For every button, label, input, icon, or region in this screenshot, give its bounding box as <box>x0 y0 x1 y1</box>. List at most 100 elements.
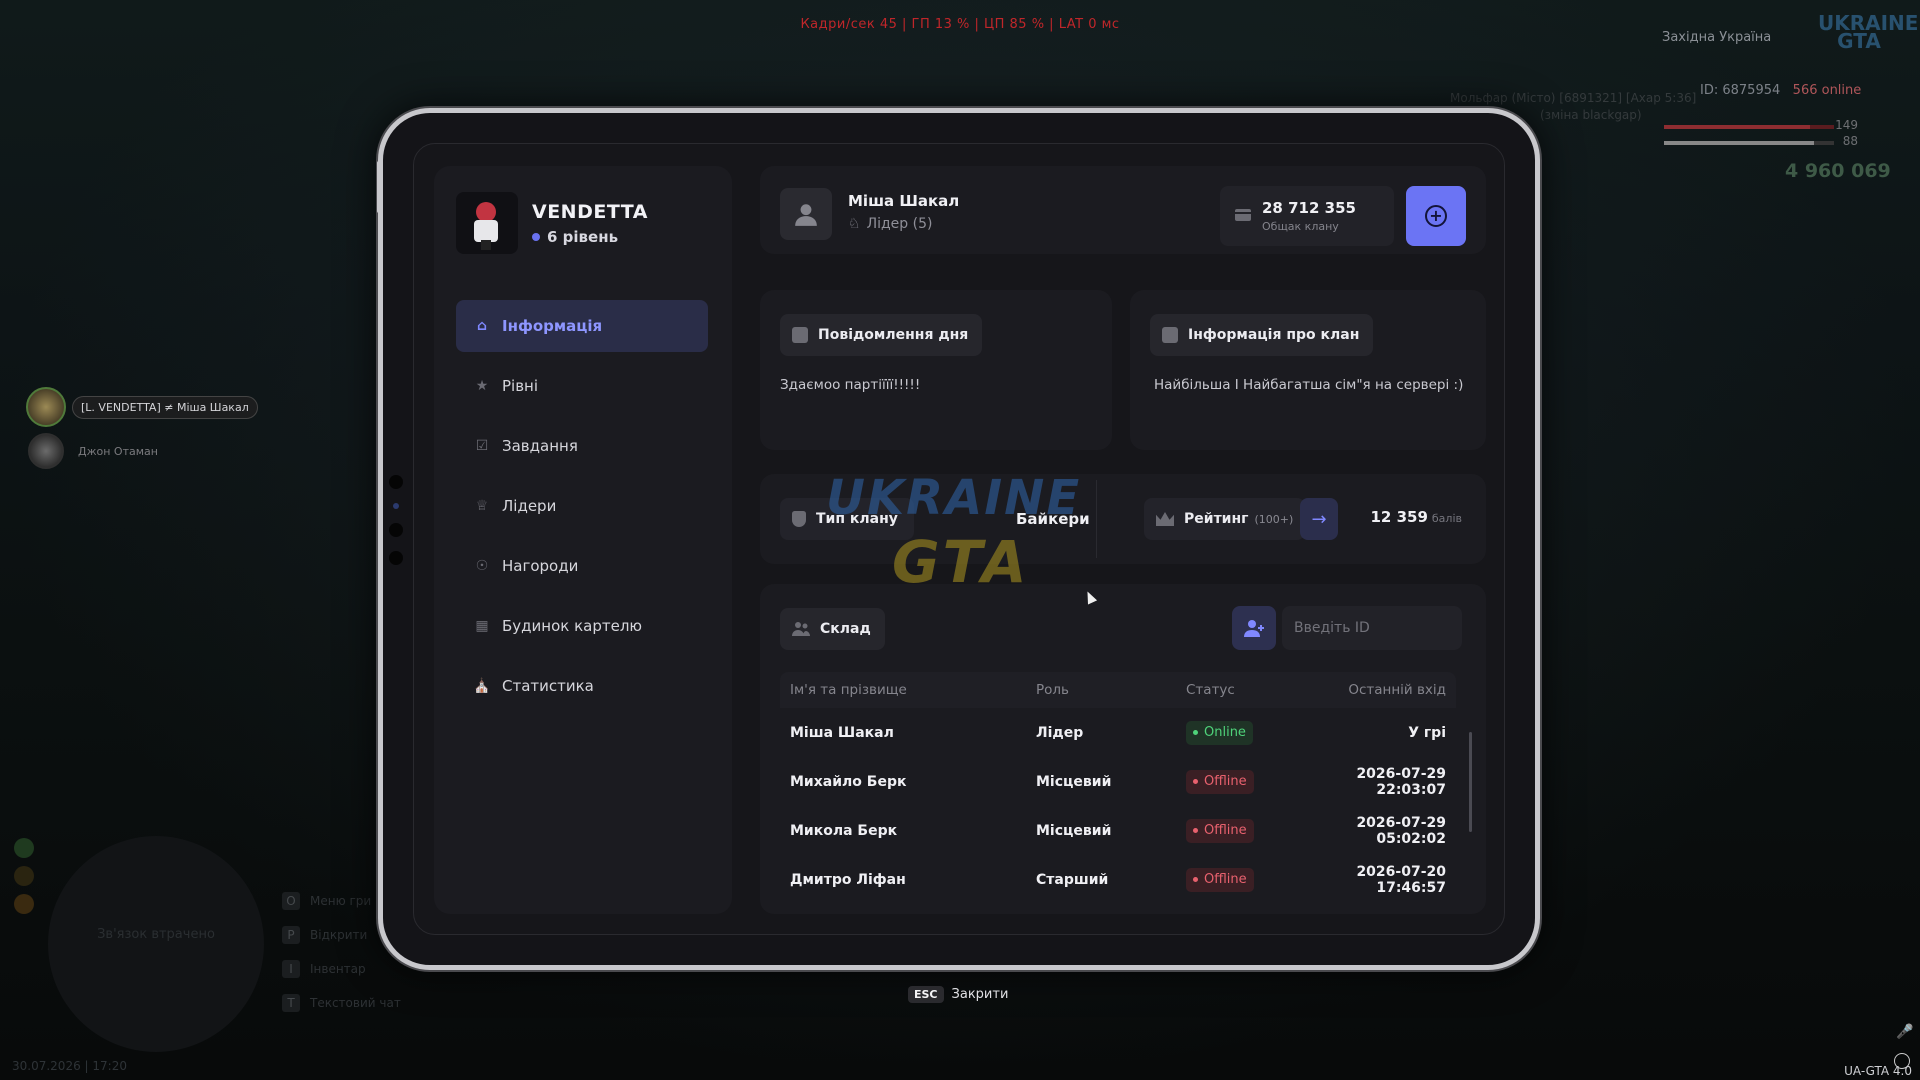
roster-header: Склад <box>780 608 885 650</box>
status-badge: Offline <box>1186 867 1254 892</box>
clan-info-header: Інформація про клан <box>1150 314 1374 356</box>
tablet-frame: VENDETTA 6 рівень ⌂ Інформація ★ Рівні ☑… <box>377 108 1540 970</box>
member-name: Дмитро Ліфан <box>790 871 906 888</box>
rating-points: 12 359 балів <box>1370 508 1462 526</box>
checkbox-icon: ☑ <box>475 438 489 454</box>
player-id-value: ID: 6875954 <box>1700 83 1781 98</box>
region-label: Західна Україна <box>1662 30 1772 45</box>
clan-type-label: Тип клану <box>780 498 914 540</box>
member-name: Микола Берк <box>790 822 898 839</box>
table-scrollbar[interactable] <box>1469 732 1472 832</box>
sidebar-item-label: Лідери <box>502 497 557 515</box>
clan-type-rating: Тип клану Байкери Рейтинг (100+) → 12 359… <box>760 474 1486 564</box>
motd-text: Здаємоо партіїїї!!!!! <box>780 377 921 393</box>
radar-status: Зв'язок втрачено <box>97 927 215 942</box>
bg-text: (зміна blackgap) <box>1540 108 1642 122</box>
wallet-icon <box>1235 209 1251 221</box>
arrow-right-icon: → <box>1311 508 1327 530</box>
member-name: Міша Шакал <box>848 192 960 210</box>
sidebar-item-info[interactable]: ⌂ Інформація <box>456 300 708 352</box>
shield-icon <box>792 511 806 527</box>
column-header: Останній вхід <box>1348 682 1446 698</box>
bank-label: Общак клану <box>1262 220 1339 233</box>
clan-level: 6 рівень <box>532 228 648 246</box>
clan-logo <box>456 192 518 254</box>
table-row[interactable]: Михайло Берк Місцевий Offline 2026-07-29… <box>780 757 1456 806</box>
sidebar-item-awards[interactable]: ☉ Нагороди <box>456 540 708 592</box>
column-header: Роль <box>1036 682 1069 698</box>
sidebar-item-label: Завдання <box>502 437 578 455</box>
sidebar-item-levels[interactable]: ★ Рівні <box>456 360 708 412</box>
player-name: Джон Отаман <box>78 444 158 458</box>
sidebar-nav: ⌂ Інформація ★ Рівні ☑ Завдання ♕ Лідери… <box>456 300 708 720</box>
plus-icon: + <box>1425 205 1447 227</box>
bg-text: Мольфар (Місто) [6891321] [Ахар 5:36] <box>1450 91 1697 105</box>
rating-open-button[interactable]: → <box>1300 498 1338 540</box>
rating-sub: (100+) <box>1254 512 1294 526</box>
player-name: [L. VENDETTA] ≠ Міша Шакал <box>72 395 258 419</box>
member-role: Старший <box>1036 871 1109 888</box>
store-icon: ⛪ <box>473 678 491 694</box>
member-role: ♘ Лідер (5) <box>848 216 933 232</box>
deposit-button[interactable]: + <box>1406 186 1466 246</box>
microphone-icon: 🎤 <box>1896 1024 1914 1040</box>
clan-info-card: Інформація про клан Найбільша І Найбагат… <box>1130 290 1486 450</box>
rank-icon: ♘ <box>848 216 861 232</box>
fps-stats: Кадри/сек 45 | ГП 13 % | ЦП 85 % | LAT 0… <box>800 17 1120 32</box>
id-input[interactable] <box>1282 606 1462 650</box>
status-badge: Offline <box>1186 769 1254 794</box>
clan-header: VENDETTA 6 рівень <box>456 192 648 254</box>
online-count: 566 online <box>1792 83 1862 98</box>
crown-icon: ♕ <box>475 498 489 514</box>
radar-minimap: Зв'язок втрачено <box>48 836 264 1052</box>
member-role: Лідер <box>1036 724 1084 741</box>
table-row[interactable]: Дмитро Ліфан Старший Offline 2026-07-20 … <box>780 855 1456 904</box>
sidebar-item-leaders[interactable]: ♕ Лідери <box>456 480 708 532</box>
medal-icon: ☉ <box>475 558 489 574</box>
last-login: 2026-07-20 17:46:57 <box>1356 863 1446 896</box>
sidebar-item-tasks[interactable]: ☑ Завдання <box>456 420 708 472</box>
table-header: Ім'я та прізвище Роль Статус Останній вх… <box>780 672 1456 708</box>
avatar <box>780 188 832 240</box>
version-label: UA-GTA 4.0 <box>1844 1064 1912 1078</box>
sidebar-item-label: Будинок картелю <box>502 617 643 635</box>
group-icon <box>792 622 810 636</box>
nearby-players: [L. VENDETTA] ≠ Міша Шакал Джон Отаман <box>26 387 258 475</box>
datestamp: 30.07.2026 | 17:20 <box>12 1059 127 1073</box>
hud-bars: 149 88 <box>1664 118 1858 157</box>
clan-name: VENDETTA <box>532 200 648 223</box>
avatar <box>28 433 64 469</box>
server-logo: UKRAINE GTA <box>1818 11 1919 53</box>
bank-value: 28 712 355 <box>1262 199 1356 217</box>
money-display: 4 960 069 <box>1785 160 1891 182</box>
add-user-icon <box>1244 620 1264 637</box>
level-dot-icon <box>532 233 540 241</box>
player-entry: [L. VENDETTA] ≠ Міша Шакал <box>26 387 258 427</box>
profile-card: Міша Шакал ♘ Лідер (5) 28 712 355 Общак к… <box>760 166 1486 254</box>
message-icon <box>792 327 808 343</box>
points-unit: балів <box>1431 512 1462 525</box>
sidebar-item-statistics[interactable]: ⛪ Статистика <box>456 660 708 712</box>
member-role: Місцевий <box>1036 822 1112 839</box>
roster-card: Склад Ім'я та прізвище Роль Статус Остан… <box>760 584 1486 914</box>
add-user-button[interactable] <box>1232 606 1276 650</box>
table-row[interactable]: Міша Шакал Лідер Online У грі <box>780 708 1456 757</box>
chart-icon: ▦ <box>475 618 489 634</box>
sidebar-item-cartel-house[interactable]: ▦ Будинок картелю <box>456 600 708 652</box>
message-of-day-card: Повідомлення дня Здаємоо партіїїї!!!!! <box>760 290 1112 450</box>
user-icon <box>795 204 817 226</box>
sidebar: VENDETTA 6 рівень ⌂ Інформація ★ Рівні ☑… <box>434 166 732 914</box>
tablet-camera <box>389 475 403 579</box>
close-label: Закрити <box>951 987 1009 1002</box>
clan-panel: VENDETTA 6 рівень ⌂ Інформація ★ Рівні ☑… <box>413 143 1505 935</box>
rating-label: Рейтинг (100+) <box>1144 498 1306 540</box>
table-row[interactable]: Микола Берк Місцевий Offline 2026-07-29 … <box>780 806 1456 855</box>
clan-bank: 28 712 355 Общак клану <box>1220 186 1394 246</box>
tablet-side-button <box>377 161 381 213</box>
health-bar: 149 <box>1664 118 1858 132</box>
health-value: 149 <box>1835 118 1858 132</box>
player-id: ID: 6875954 566 online <box>1700 83 1861 98</box>
sidebar-item-label: Нагороди <box>502 557 579 575</box>
close-hint[interactable]: ESC Закрити <box>908 986 1008 1003</box>
status-icons <box>14 838 34 922</box>
